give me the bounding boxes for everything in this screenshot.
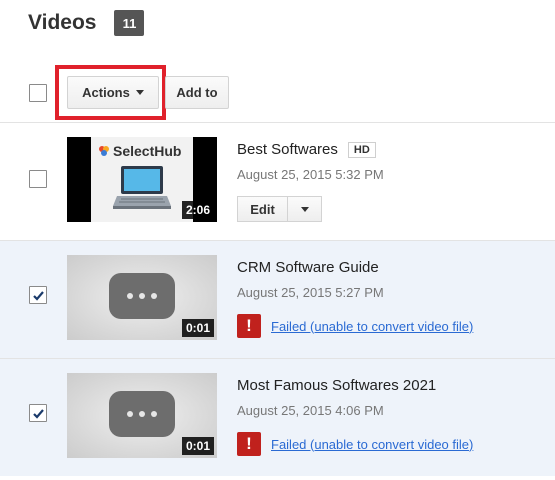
video-title[interactable]: CRM Software Guide	[237, 259, 379, 276]
video-checkbox[interactable]	[29, 170, 47, 188]
processing-dots-icon	[109, 273, 175, 319]
caret-down-icon	[300, 206, 309, 212]
caret-down-icon	[135, 90, 144, 95]
actions-button-label: Actions	[82, 85, 130, 100]
error-icon: !	[237, 314, 261, 338]
video-info: Most Famous Softwares 2021 August 25, 20…	[237, 377, 473, 456]
error-icon: !	[237, 432, 261, 456]
edit-button[interactable]: Edit	[237, 196, 288, 222]
video-info: CRM Software Guide August 25, 2015 5:27 …	[237, 259, 473, 338]
edit-dropdown-button[interactable]	[288, 196, 322, 222]
selecthub-logo: SelectHub	[98, 143, 181, 159]
page-header: Videos 11	[28, 10, 145, 36]
error-link[interactable]: Failed (unable to convert video file)	[271, 319, 473, 334]
hd-badge: HD	[347, 141, 376, 158]
video-duration: 0:01	[181, 437, 214, 455]
video-count-badge: 11	[114, 10, 145, 36]
video-duration: 2:06	[181, 201, 214, 219]
page-title: Videos	[28, 11, 97, 34]
video-thumbnail[interactable]: SelectHub 2:06	[67, 137, 217, 222]
video-date: August 25, 2015 5:27 PM	[237, 285, 384, 300]
video-date: August 25, 2015 4:06 PM	[237, 403, 384, 418]
checkmark-icon	[32, 408, 44, 419]
video-thumbnail[interactable]: 0:01	[67, 373, 217, 458]
video-info: Best Softwares HD August 25, 2015 5:32 P…	[237, 141, 384, 222]
video-date: August 25, 2015 5:32 PM	[237, 167, 384, 182]
error-status: ! Failed (unable to convert video file)	[237, 314, 473, 338]
video-title-line: Most Famous Softwares 2021	[237, 377, 473, 394]
video-list: SelectHub 2:06 Best Softwares HD August …	[0, 122, 555, 476]
video-row: SelectHub 2:06 Best Softwares HD August …	[0, 122, 555, 240]
video-thumbnail[interactable]: 0:01	[67, 255, 217, 340]
logo-text: SelectHub	[113, 143, 182, 159]
video-checkbox[interactable]	[29, 404, 47, 422]
video-duration: 0:01	[181, 319, 214, 337]
video-checkbox[interactable]	[29, 286, 47, 304]
error-status: ! Failed (unable to convert video file)	[237, 432, 473, 456]
thumbnail-frame: SelectHub	[91, 137, 193, 222]
error-link[interactable]: Failed (unable to convert video file)	[271, 437, 473, 452]
checkmark-icon	[32, 290, 44, 301]
edit-button-group: Edit	[237, 196, 384, 222]
toolbar: Actions Add to	[0, 62, 555, 122]
laptop-icon	[113, 166, 171, 209]
select-all-checkbox[interactable]	[29, 84, 47, 102]
video-title[interactable]: Best Softwares	[237, 141, 338, 158]
add-to-button[interactable]: Add to	[165, 76, 229, 109]
selecthub-logo-icon	[99, 146, 109, 156]
actions-button[interactable]: Actions	[67, 76, 159, 109]
processing-dots-icon	[109, 391, 175, 437]
video-title-line: CRM Software Guide	[237, 259, 473, 276]
video-title[interactable]: Most Famous Softwares 2021	[237, 377, 436, 394]
video-row: 0:01 CRM Software Guide August 25, 2015 …	[0, 240, 555, 358]
video-row: 0:01 Most Famous Softwares 2021 August 2…	[0, 358, 555, 476]
video-title-line: Best Softwares HD	[237, 141, 384, 158]
